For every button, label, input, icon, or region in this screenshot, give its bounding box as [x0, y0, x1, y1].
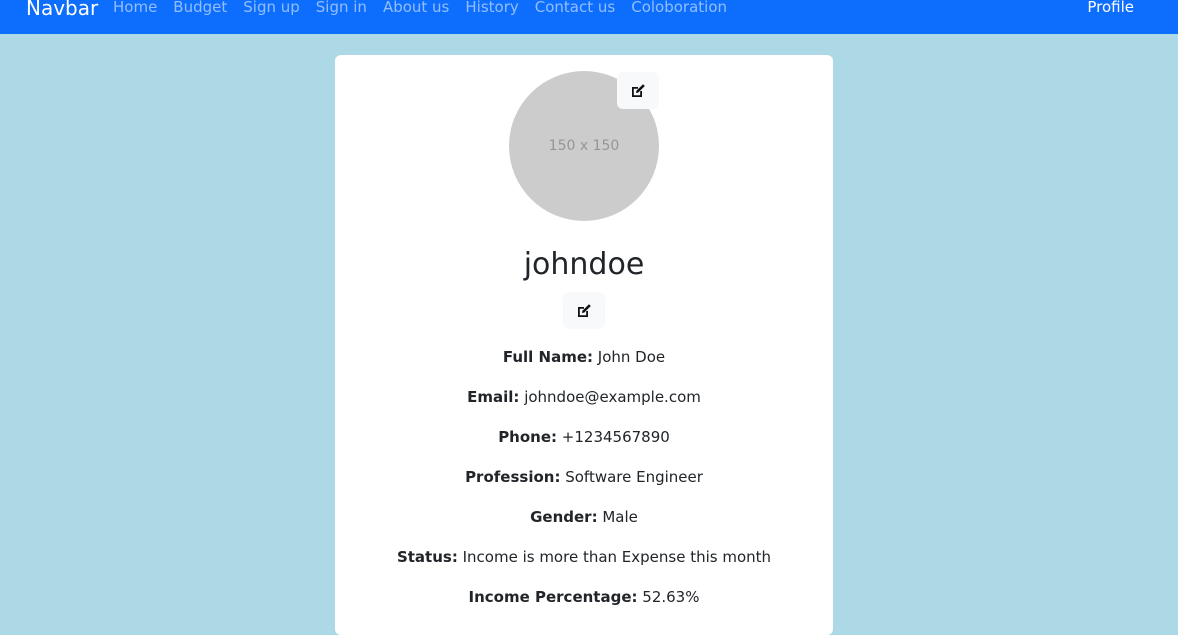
status-value: Income is more than Expense this month: [462, 548, 772, 566]
phone-label: Phone:: [498, 428, 558, 446]
edit-username-button[interactable]: [563, 292, 605, 329]
phone-row: Phone: +1234567890: [335, 427, 833, 447]
profession-label: Profession:: [465, 468, 561, 486]
nav-link-budget[interactable]: Budget: [173, 0, 227, 17]
edit-avatar-button[interactable]: [617, 72, 659, 109]
gender-row: Gender: Male: [335, 507, 833, 527]
edit-icon: [578, 303, 591, 317]
nav-link-sign-up[interactable]: Sign up: [243, 0, 300, 17]
full-name-row: Full Name: John Doe: [335, 347, 833, 367]
email-row: Email: johndoe@example.com: [335, 387, 833, 407]
profession-value: Software Engineer: [565, 468, 703, 486]
navbar: Navbar Home Budget Sign up Sign in About…: [0, 0, 1178, 34]
income-percentage-value: 52.63%: [642, 588, 700, 606]
nav-link-home[interactable]: Home: [113, 0, 157, 17]
profile-card: 150 x 150 johndoe Full Name: John Doe Em…: [335, 55, 833, 635]
nav-links: Home Budget Sign up Sign in About us His…: [113, 0, 727, 17]
username-heading: johndoe: [523, 247, 645, 282]
avatar-placeholder-text: 150 x 150: [548, 138, 620, 154]
income-percentage-row: Income Percentage: 52.63%: [335, 587, 833, 607]
income-percentage-label: Income Percentage:: [468, 588, 638, 606]
status-row: Status: Income is more than Expense this…: [335, 547, 833, 567]
profession-row: Profession: Software Engineer: [335, 467, 833, 487]
navbar-brand[interactable]: Navbar: [26, 0, 98, 20]
gender-value: Male: [602, 508, 638, 526]
nav-link-history[interactable]: History: [465, 0, 518, 17]
phone-value: +1234567890: [561, 428, 670, 446]
email-value: johndoe@example.com: [524, 388, 701, 406]
nav-link-contact-us[interactable]: Contact us: [535, 0, 615, 17]
nav-link-sign-in[interactable]: Sign in: [316, 0, 367, 17]
nav-link-about-us[interactable]: About us: [383, 0, 449, 17]
nav-link-coloboration[interactable]: Coloboration: [631, 0, 727, 17]
edit-icon: [632, 83, 645, 97]
status-label: Status:: [396, 548, 458, 566]
full-name-value: John Doe: [597, 348, 666, 366]
nav-link-profile[interactable]: Profile: [1087, 0, 1134, 17]
full-name-label: Full Name:: [502, 348, 594, 366]
email-label: Email:: [467, 388, 520, 406]
gender-label: Gender:: [530, 508, 598, 526]
